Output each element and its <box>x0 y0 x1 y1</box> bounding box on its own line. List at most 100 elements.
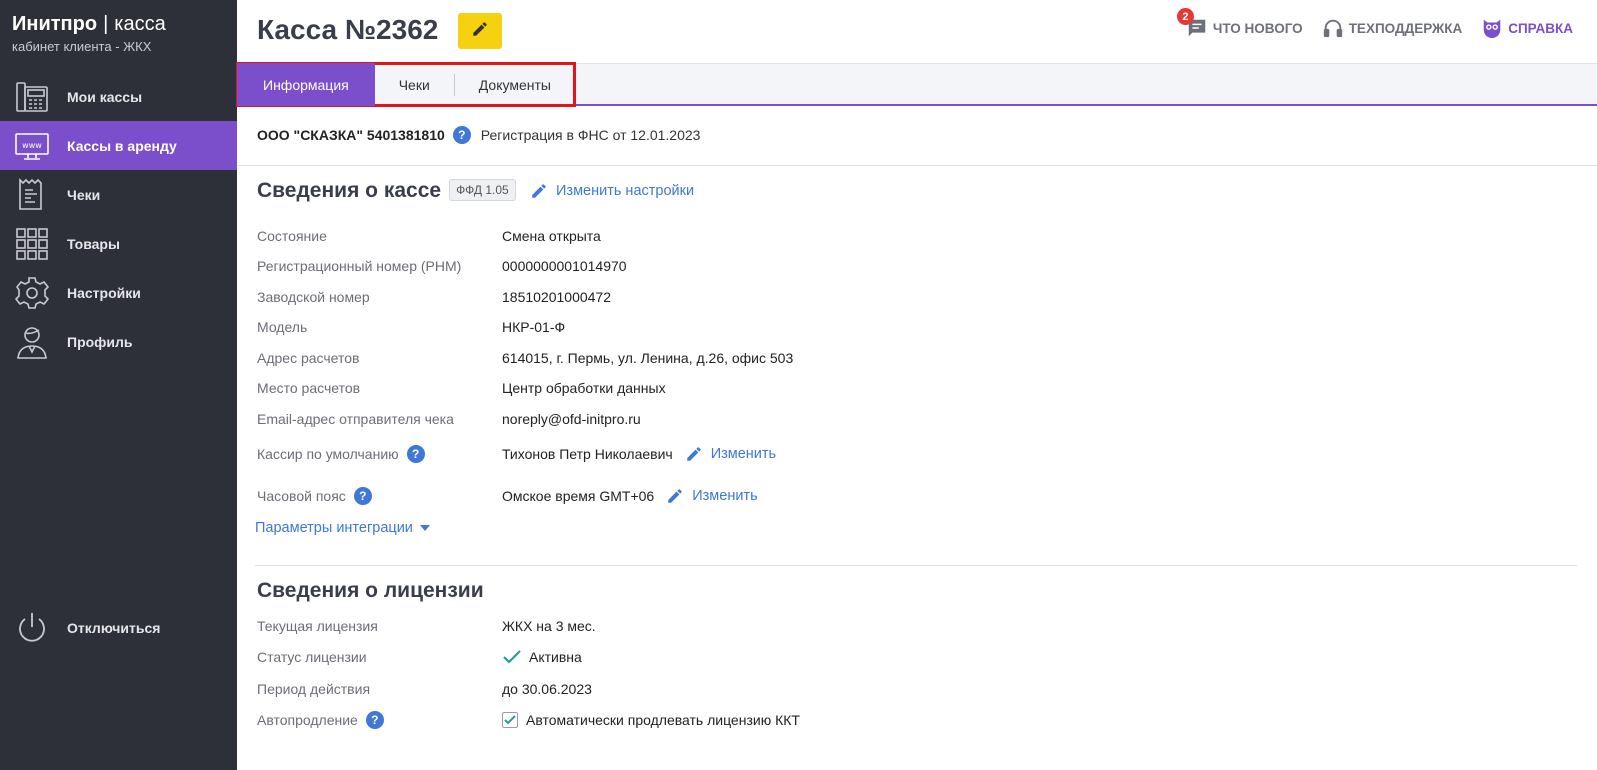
sidebar-item-label: Мои кассы <box>67 88 143 105</box>
sidebar-item-rent-kassas[interactable]: www Кассы в аренду <box>0 121 237 170</box>
info-key: Кассир по умолчанию ? <box>257 445 502 463</box>
edit-title-button[interactable] <box>458 13 502 49</box>
info-row: Регистрационный номер (РНМ) 000000000101… <box>257 251 1157 281</box>
sidebar-item-label: Кассы в аренду <box>67 137 177 154</box>
brand-logo[interactable]: Инитпро | касса <box>12 12 166 36</box>
change-settings-label: Изменить настройки <box>556 183 695 199</box>
info-key: Автопродление ? <box>257 711 502 729</box>
sidebar-item-settings[interactable]: Настройки <box>0 268 237 317</box>
question-icon[interactable]: ? <box>406 445 425 463</box>
info-row: Место расчетов Центр обработки данных <box>257 373 1157 403</box>
info-value: до 30.06.2023 <box>502 681 592 697</box>
change-cashier-link[interactable]: Изменить <box>685 445 776 463</box>
ffd-badge: ФФД 1.05 <box>449 179 516 201</box>
integration-params-toggle[interactable]: Параметры интеграции <box>255 520 430 536</box>
sidebar-item-my-kassas[interactable]: Мои кассы <box>0 72 237 121</box>
autorenew-label: Автоматически продлевать лицензию ККТ <box>526 712 800 728</box>
header: Касса №2362 2 Что нового Техподдержка Сп… <box>237 0 1597 63</box>
page-title: Касса №2362 <box>257 14 439 45</box>
autorenew-row: Автопродление ? Автоматически продлевать… <box>257 705 1157 735</box>
sidebar-item-goods[interactable]: Товары <box>0 219 237 268</box>
question-icon[interactable]: ? <box>452 126 471 144</box>
license-info-rows: Текущая лицензия ЖКХ на 3 мес. Статус ли… <box>257 610 1157 735</box>
whats-new-label: Что нового <box>1212 20 1303 36</box>
change-timezone-label: Изменить <box>692 488 758 504</box>
info-value: Тихонов Петр Николаевич Изменить <box>502 445 776 463</box>
user-icon <box>14 324 50 360</box>
brand-subtitle: кабинет клиента - ЖКХ <box>12 39 152 54</box>
brand: Инитпро | касса кабинет клиента - ЖКХ <box>12 12 166 54</box>
check-icon <box>502 649 522 665</box>
support-link[interactable]: Техподдержка <box>1321 16 1462 40</box>
sidebar-item-profile[interactable]: Профиль <box>0 317 237 366</box>
info-value: ЖКХ на 3 мес. <box>502 617 596 634</box>
tab-info[interactable]: Информация <box>237 63 375 106</box>
divider <box>255 565 1577 566</box>
info-row: Адрес расчетов 614015, г. Пермь, ул. Лен… <box>257 342 1157 373</box>
check-icon <box>504 715 516 725</box>
whats-new-link[interactable]: 2 Что нового <box>1176 8 1303 40</box>
question-icon[interactable]: ? <box>353 487 372 505</box>
autorenew-key: Автопродление <box>257 712 358 728</box>
timezone-row: Часовой пояс ? Омское время GMT+06 Измен… <box>257 474 1157 518</box>
tabs-bar: Информация Чеки Документы <box>236 62 1597 107</box>
info-key: Место расчетов <box>257 380 361 396</box>
info-key: Модель <box>257 319 308 335</box>
pencil-icon <box>666 487 684 505</box>
change-timezone-link[interactable]: Изменить <box>666 487 758 505</box>
info-value: НКР-01-Ф <box>502 319 566 335</box>
cashier-key: Кассир по умолчанию <box>257 446 399 462</box>
autorenew-checkbox[interactable] <box>502 712 518 728</box>
help-label: Справка <box>1508 20 1573 36</box>
headset-icon <box>1321 16 1345 40</box>
brand-product: касса <box>114 13 166 35</box>
www-monitor-icon: www <box>14 128 50 164</box>
info-row: Заводской номер 18510201000472 <box>257 281 1157 312</box>
info-row: Модель НКР-01-Ф <box>257 312 1157 342</box>
cashier-value: Тихонов Петр Николаевич <box>502 446 673 462</box>
timezone-value: Омское время GMT+06 <box>502 488 655 504</box>
info-key: Период действия <box>257 681 371 697</box>
logout-label: Отключиться <box>67 619 161 636</box>
power-icon <box>14 610 50 646</box>
brand-name: Инитпро <box>12 13 98 35</box>
info-key: Заводской номер <box>257 288 370 305</box>
chevron-down-icon <box>419 525 430 531</box>
integration-params-label: Параметры интеграции <box>255 520 413 536</box>
info-value: Центр обработки данных <box>502 380 666 396</box>
owl-icon <box>1480 16 1504 40</box>
notification-badge: 2 <box>1176 8 1194 25</box>
top-links: 2 Что нового Техподдержка Справка <box>1167 8 1573 40</box>
main-content: ООО "СКАЗКА" 5401381810 ? Регистрация в … <box>237 106 1597 770</box>
info-value: Автоматически продлевать лицензию ККТ <box>502 712 800 728</box>
question-icon[interactable]: ? <box>365 711 384 729</box>
gear-icon <box>14 275 50 311</box>
change-settings-link[interactable]: Изменить настройки <box>530 182 694 200</box>
sidebar-item-label: Чеки <box>67 186 101 203</box>
chat-icon: 2 <box>1176 8 1209 40</box>
org-registration: Регистрация в ФНС от 12.01.2023 <box>480 127 701 143</box>
receipt-icon <box>14 177 50 213</box>
change-cashier-label: Изменить <box>710 446 777 462</box>
info-key: Часовой пояс ? <box>257 487 502 505</box>
info-row: Период действия до 30.06.2023 <box>257 673 1157 705</box>
pencil-icon <box>530 182 548 200</box>
info-key: Адрес расчетов <box>257 349 360 366</box>
pencil-icon <box>685 445 703 463</box>
pencil-icon <box>471 20 489 43</box>
info-key: Регистрационный номер (РНМ) <box>257 258 462 274</box>
divider <box>237 165 1597 166</box>
tab-documents[interactable]: Документы <box>455 63 575 106</box>
help-link[interactable]: Справка <box>1480 16 1573 40</box>
kassa-info-rows: Состояние Смена открыта Регистрационный … <box>257 220 1157 518</box>
sidebar-item-receipts[interactable]: Чеки <box>0 170 237 219</box>
tabs: Информация Чеки Документы <box>236 62 576 107</box>
info-value: 614015, г. Пермь, ул. Ленина, д.26, офис… <box>502 349 794 366</box>
info-value: Смена открыта <box>502 227 601 244</box>
info-row: Email-адрес отправителя чека noreply@ofd… <box>257 403 1157 434</box>
info-row: Текущая лицензия ЖКХ на 3 мес. <box>257 610 1157 641</box>
info-row: Состояние Смена открыта <box>257 220 1157 251</box>
logout-button[interactable]: Отключиться <box>0 603 237 652</box>
tab-receipts[interactable]: Чеки <box>375 63 454 106</box>
info-value: Омское время GMT+06 Изменить <box>502 487 758 505</box>
